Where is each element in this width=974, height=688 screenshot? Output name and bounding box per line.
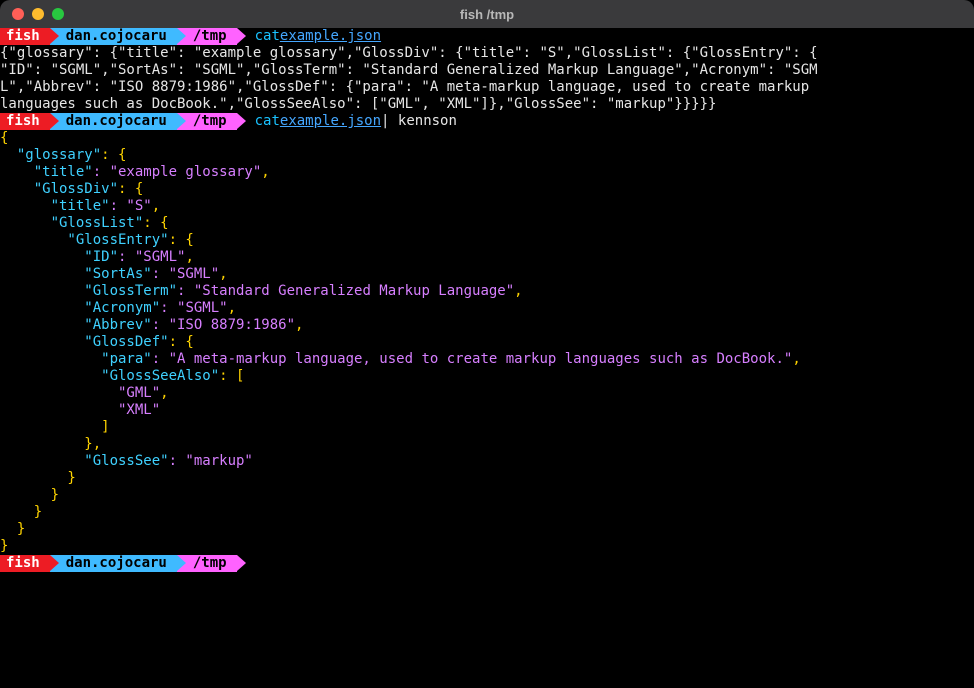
json-brace: } bbox=[0, 470, 974, 487]
json-line: "SortAs": "SGML", bbox=[0, 266, 974, 283]
prompt-user: dan.cojocaru bbox=[50, 555, 177, 572]
json-line: "ID": "SGML", bbox=[0, 249, 974, 266]
minimize-icon[interactable] bbox=[32, 8, 44, 20]
terminal-viewport[interactable]: fish dan.cojocaru /tmp cat example.json … bbox=[0, 28, 974, 572]
output-raw-json: languages such as DocBook.","GlossSeeAls… bbox=[0, 96, 974, 113]
json-line: "Acronym": "SGML", bbox=[0, 300, 974, 317]
prompt-user: dan.cojocaru bbox=[50, 113, 177, 130]
json-brace: } bbox=[0, 487, 974, 504]
prompt-line-2[interactable]: fish dan.cojocaru /tmp cat example.json … bbox=[0, 113, 974, 130]
window-titlebar: fish /tmp bbox=[0, 0, 974, 28]
json-line: "glossary": { bbox=[0, 147, 974, 164]
prompt-line-1[interactable]: fish dan.cojocaru /tmp cat example.json bbox=[0, 28, 974, 45]
close-icon[interactable] bbox=[12, 8, 24, 20]
command-text: cat example.json bbox=[237, 28, 381, 45]
json-line: "title": "example glossary", bbox=[0, 164, 974, 181]
json-line: "GlossEntry": { bbox=[0, 232, 974, 249]
prompt-line-3[interactable]: fish dan.cojocaru /tmp bbox=[0, 555, 974, 572]
json-line: "XML" bbox=[0, 402, 974, 419]
json-brace: } bbox=[0, 538, 974, 555]
json-line: "GlossSee": "markup" bbox=[0, 453, 974, 470]
json-line: }, bbox=[0, 436, 974, 453]
json-line: "GlossList": { bbox=[0, 215, 974, 232]
json-line: "GML", bbox=[0, 385, 974, 402]
filename: example.json bbox=[280, 113, 381, 130]
prompt-shell: fish bbox=[0, 113, 50, 130]
json-brace: ] bbox=[0, 419, 974, 436]
window-title: fish /tmp bbox=[460, 6, 514, 23]
json-brace: } bbox=[0, 504, 974, 521]
fullscreen-icon[interactable] bbox=[52, 8, 64, 20]
output-raw-json: {"glossary": {"title": "example glossary… bbox=[0, 45, 974, 62]
output-raw-json: L","Abbrev": "ISO 8879:1986","GlossDef":… bbox=[0, 79, 974, 96]
json-line: "Abbrev": "ISO 8879:1986", bbox=[0, 317, 974, 334]
json-line: "GlossTerm": "Standard Generalized Marku… bbox=[0, 283, 974, 300]
output-raw-json: "ID": "SGML","SortAs": "SGML","GlossTerm… bbox=[0, 62, 974, 79]
traffic-lights bbox=[0, 8, 64, 20]
json-brace: { bbox=[0, 130, 974, 147]
prompt-user: dan.cojocaru bbox=[50, 28, 177, 45]
json-line: "para": "A meta-markup language, used to… bbox=[0, 351, 974, 368]
json-line: "GlossDiv": { bbox=[0, 181, 974, 198]
filename: example.json bbox=[280, 28, 381, 45]
json-line: "title": "S", bbox=[0, 198, 974, 215]
json-brace: } bbox=[0, 521, 974, 538]
prompt-shell: fish bbox=[0, 28, 50, 45]
command-text: cat example.json | kennson bbox=[237, 113, 457, 130]
json-line: "GlossDef": { bbox=[0, 334, 974, 351]
json-line: "GlossSeeAlso": [ bbox=[0, 368, 974, 385]
prompt-shell: fish bbox=[0, 555, 50, 572]
